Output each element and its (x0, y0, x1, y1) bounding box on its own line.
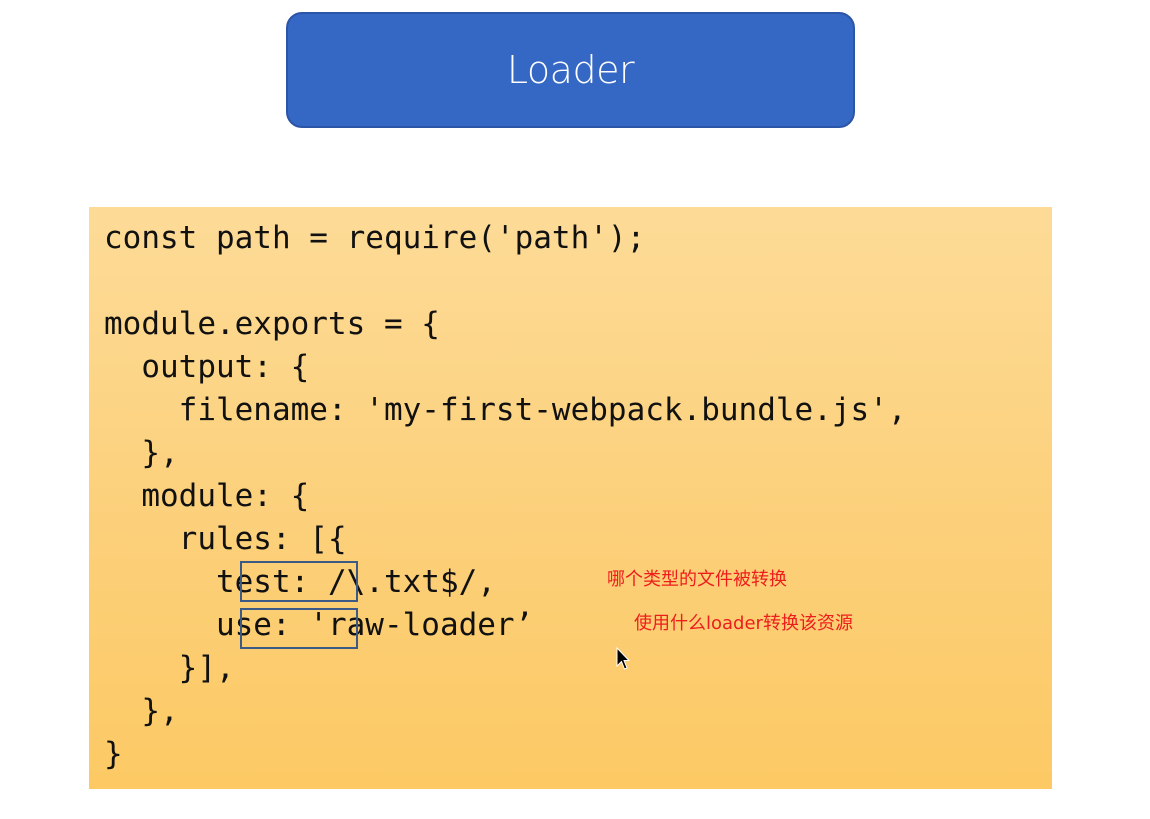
slide: Loader const path = require('path'); mod… (0, 0, 1150, 819)
slide-title: Loader (506, 48, 635, 92)
mouse-pointer-icon (616, 647, 630, 670)
code-line: output: { (104, 349, 310, 385)
code-line: module.exports = { (104, 306, 440, 342)
code-line: module: { (104, 478, 310, 514)
code-line: } (104, 736, 123, 772)
code-panel: const path = require('path'); module.exp… (89, 207, 1052, 789)
use-annotation: 使用什么loader转换该资源 (634, 613, 853, 634)
use-key-highlight-box (240, 608, 358, 649)
title-box: Loader (286, 12, 855, 128)
code-line: filename: 'my-first-webpack.bundle.js', (104, 392, 907, 428)
code-line: const path = require('path'); (104, 220, 646, 256)
code-line: }, (104, 693, 179, 729)
test-annotation: 哪个类型的文件被转换 (607, 569, 787, 590)
code-line: }, (104, 435, 179, 471)
code-line: }], (104, 650, 235, 686)
test-key-highlight-box (240, 561, 358, 602)
code-line: rules: [{ (104, 521, 347, 557)
